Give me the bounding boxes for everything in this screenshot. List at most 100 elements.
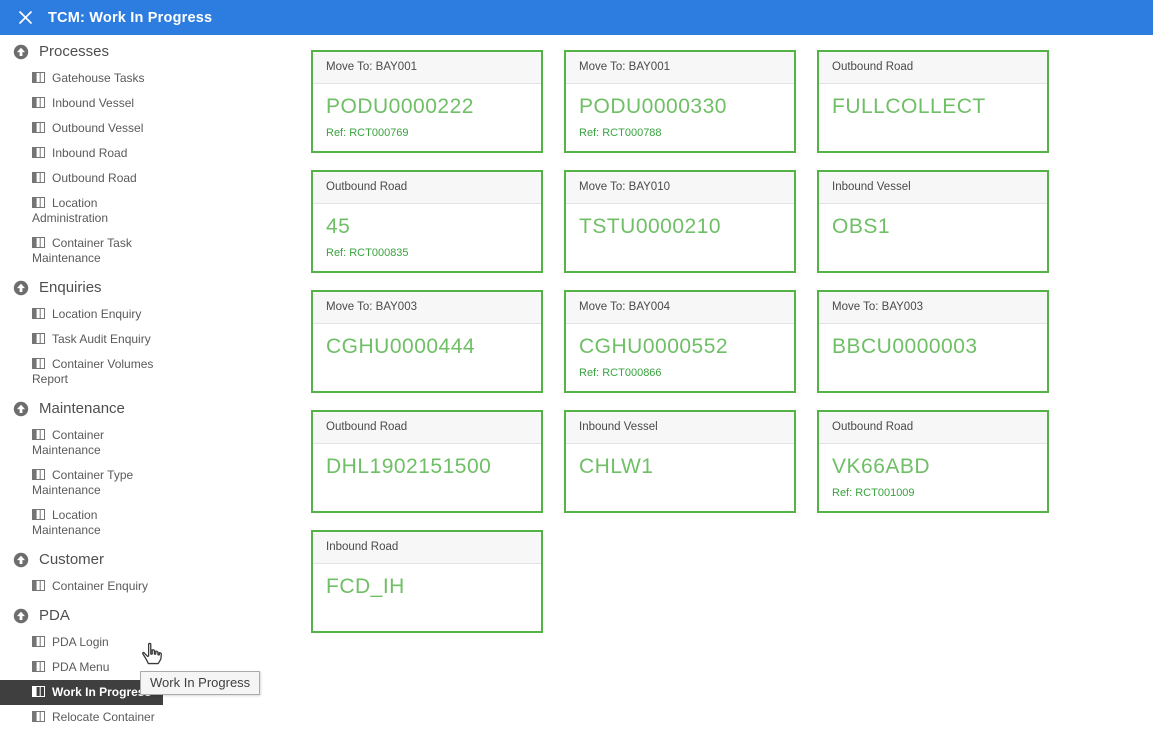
sidebar-section-items: Container Enquiry	[0, 574, 300, 599]
grid-icon	[32, 237, 45, 248]
task-card-header: Outbound Road	[313, 172, 541, 204]
sidebar-section: PDA PDA Login PDA Menu Work In Progress …	[0, 599, 300, 730]
sidebar-item-outbound-road[interactable]: Outbound Road	[0, 166, 149, 191]
task-card-code: VK66ABD	[832, 455, 931, 478]
sidebar-item-label: PDA Login	[52, 635, 109, 649]
task-card-body: BBCU0000003	[819, 324, 1047, 359]
grid-icon	[32, 661, 45, 672]
tooltip: Work In Progress	[140, 671, 261, 695]
sidebar-section: Processes Gatehouse Tasks Inbound Vessel…	[0, 35, 300, 271]
sidebar-item-container-task-maintenance[interactable]: Container Task Maintenance	[0, 231, 180, 271]
task-card[interactable]: Outbound Road FULLCOLLECT	[817, 50, 1049, 153]
task-card[interactable]: Move To: BAY003 BBCU0000003	[817, 290, 1049, 393]
sidebar-section-header[interactable]: Maintenance	[0, 392, 300, 423]
grid-icon	[32, 333, 45, 344]
sidebar-section-header[interactable]: Processes	[0, 35, 300, 66]
grid-icon	[32, 580, 45, 591]
task-card[interactable]: Move To: BAY003 CGHU0000444	[311, 290, 543, 393]
task-card[interactable]: Move To: BAY001 PODU0000330 Ref: RCT0007…	[564, 50, 796, 153]
task-card-header: Outbound Road	[819, 52, 1047, 84]
sidebar-section: Enquiries Location Enquiry Task Audit En…	[0, 271, 300, 392]
sidebar-section-label: Customer	[39, 551, 105, 568]
task-card-body: CHLW1	[566, 444, 794, 479]
task-card-code: FCD_IH	[326, 575, 405, 598]
sidebar-item-label: Gatehouse Tasks	[52, 71, 145, 85]
sidebar-item-container-volumes-report[interactable]: Container Volumes Report	[0, 352, 180, 392]
circle-up-arrow-icon	[13, 552, 29, 568]
sidebar-item-location-enquiry[interactable]: Location Enquiry	[0, 302, 153, 327]
sidebar-item-label: Work In Progress	[52, 685, 152, 699]
sidebar-section-header[interactable]: PDA	[0, 599, 300, 630]
sidebar-item-pda-menu[interactable]: PDA Menu	[0, 655, 121, 680]
task-card-body: CGHU0000444	[313, 324, 541, 359]
sidebar-section-header[interactable]: Enquiries	[0, 271, 300, 302]
sidebar-item-relocate-container[interactable]: Relocate Container	[0, 705, 167, 730]
task-card-header: Move To: BAY003	[819, 292, 1047, 324]
task-card-ref: Ref: RCT001009	[832, 487, 915, 499]
task-card[interactable]: Inbound Vessel OBS1	[817, 170, 1049, 273]
sidebar-item-inbound-vessel[interactable]: Inbound Vessel	[0, 91, 146, 116]
task-card-header: Outbound Road	[819, 412, 1047, 444]
task-card-code: OBS1	[832, 215, 891, 238]
task-card[interactable]: Move To: BAY004 CGHU0000552 Ref: RCT0008…	[564, 290, 796, 393]
sidebar-section: Customer Container Enquiry	[0, 543, 300, 599]
sidebar-item-outbound-vessel[interactable]: Outbound Vessel	[0, 116, 155, 141]
sidebar-section: Maintenance Container Maintenance Contai…	[0, 392, 300, 543]
task-card[interactable]: Outbound Road VK66ABD Ref: RCT001009	[817, 410, 1049, 513]
task-card-header: Move To: BAY010	[566, 172, 794, 204]
sidebar-item-container-enquiry[interactable]: Container Enquiry	[0, 574, 160, 599]
circle-up-arrow-icon	[13, 401, 29, 417]
sidebar-section-items: Gatehouse Tasks Inbound Vessel Outbound …	[0, 66, 300, 271]
task-card-ref: Ref: RCT000835	[326, 247, 409, 259]
sidebar-item-container-type-maintenance[interactable]: Container Type Maintenance	[0, 463, 180, 503]
task-card[interactable]: Outbound Road DHL1902151500	[311, 410, 543, 513]
circle-up-arrow-icon	[13, 280, 29, 296]
sidebar-item-label: Outbound Road	[52, 171, 137, 185]
sidebar-item-container-maintenance[interactable]: Container Maintenance	[0, 423, 180, 463]
sidebar-section-header[interactable]: Customer	[0, 543, 300, 574]
task-card[interactable]: Inbound Road FCD_IH	[311, 530, 543, 633]
sidebar-item-location-maintenance[interactable]: Location Maintenance	[0, 503, 180, 543]
grid-icon	[32, 686, 45, 697]
sidebar-item-work-in-progress[interactable]: Work In Progress	[0, 680, 164, 705]
grid-icon	[32, 429, 45, 440]
sidebar-item-label: Task Audit Enquiry	[52, 332, 151, 346]
sidebar-item-location-administration[interactable]: Location Administration	[0, 191, 180, 231]
grid-icon	[32, 469, 45, 480]
grid-icon	[32, 509, 45, 520]
circle-up-arrow-icon	[13, 44, 29, 60]
task-card-header: Move To: BAY001	[313, 52, 541, 84]
sidebar: Processes Gatehouse Tasks Inbound Vessel…	[0, 35, 300, 730]
sidebar-item-label: Container Volumes Report	[32, 357, 154, 386]
sidebar-item-label: Outbound Vessel	[52, 121, 144, 135]
task-card-header: Move To: BAY004	[566, 292, 794, 324]
sidebar-item-gatehouse-tasks[interactable]: Gatehouse Tasks	[0, 66, 157, 91]
task-card[interactable]: Inbound Vessel CHLW1	[564, 410, 796, 513]
task-card-code: CHLW1	[579, 455, 654, 478]
sidebar-section-label: PDA	[39, 607, 70, 624]
sidebar-item-pda-login[interactable]: PDA Login	[0, 630, 121, 655]
sidebar-item-task-audit-enquiry[interactable]: Task Audit Enquiry	[0, 327, 163, 352]
sidebar-item-label: Relocate Container	[52, 710, 155, 724]
grid-icon	[32, 172, 45, 183]
sidebar-section-items: Location Enquiry Task Audit Enquiry Cont…	[0, 302, 300, 392]
task-card-ref: Ref: RCT000866	[579, 367, 662, 379]
task-card[interactable]: Move To: BAY001 PODU0000222 Ref: RCT0007…	[311, 50, 543, 153]
sidebar-item-label: Inbound Road	[52, 146, 128, 160]
sidebar-item-label: Container Type Maintenance	[32, 468, 134, 497]
task-card-header: Inbound Vessel	[819, 172, 1047, 204]
sidebar-section-label: Enquiries	[39, 279, 102, 296]
task-card[interactable]: Move To: BAY010 TSTU0000210	[564, 170, 796, 273]
sidebar-section-label: Processes	[39, 43, 110, 60]
sidebar-section-items: Container Maintenance Container Type Mai…	[0, 423, 300, 543]
task-card-header: Inbound Vessel	[566, 412, 794, 444]
task-card-code: 45	[326, 215, 351, 238]
sidebar-item-inbound-road[interactable]: Inbound Road	[0, 141, 139, 166]
close-icon[interactable]	[16, 9, 34, 27]
page-title: TCM: Work In Progress	[48, 9, 213, 26]
grid-icon	[32, 122, 45, 133]
sidebar-item-label: Inbound Vessel	[52, 96, 135, 110]
task-card-body: VK66ABD Ref: RCT001009	[819, 444, 1047, 499]
task-card-header: Inbound Road	[313, 532, 541, 564]
task-card[interactable]: Outbound Road 45 Ref: RCT000835	[311, 170, 543, 273]
